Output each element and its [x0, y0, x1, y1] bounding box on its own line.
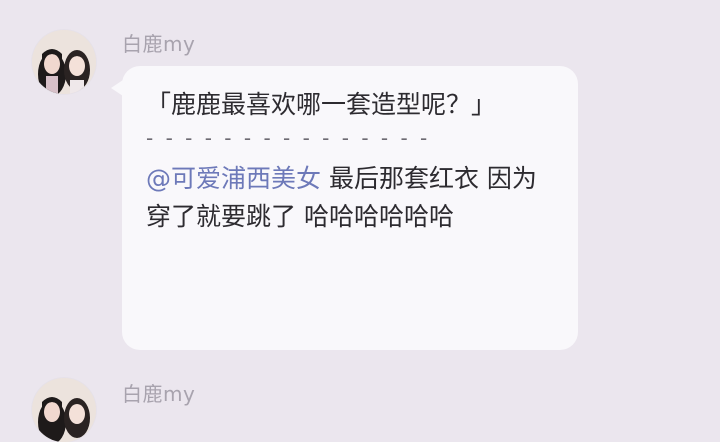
reply-text: @可爱浦西美女 最后那套红衣 因为穿了就要跳了 哈哈哈哈哈哈: [146, 160, 556, 236]
quoted-question: 「鹿鹿最喜欢哪一套造型呢？」: [146, 90, 497, 119]
mention-link[interactable]: @可爱浦西美女: [146, 164, 321, 193]
message-bubble[interactable]: 「鹿鹿最喜欢哪一套造型呢？」 - - - - - - - - - - - - -…: [111, 66, 578, 350]
sender-name: 白鹿my: [122, 32, 196, 56]
avatar-photo-icon-2: [32, 378, 96, 442]
chat-area: 白鹿my 「鹿鹿最喜欢哪一套造型呢？」 - - - - - - - - - - …: [0, 0, 720, 442]
quote-divider: - - - - - - - - - - - - - - -: [146, 126, 431, 150]
sender-avatar[interactable]: [32, 30, 96, 94]
sender-avatar-2[interactable]: [32, 378, 96, 442]
bubble-tail: [111, 80, 123, 96]
avatar-photo-icon: [32, 30, 96, 94]
sender-name-2: 白鹿my: [122, 382, 196, 406]
